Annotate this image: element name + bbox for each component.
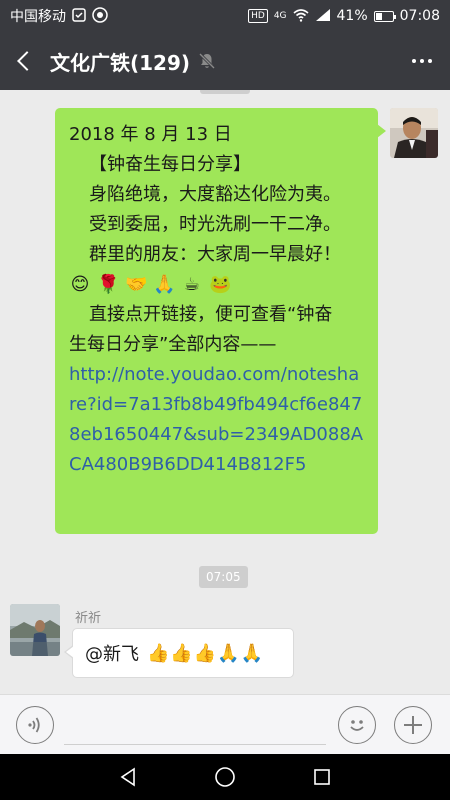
hd-badge: HD xyxy=(248,9,268,23)
thumbs-up-emoji-icon: 👍👍👍🙏🙏 xyxy=(147,642,265,664)
previous-timestamp-pill xyxy=(200,90,250,94)
more-dots-icon xyxy=(412,59,416,63)
status-left: 中国移动 xyxy=(10,6,108,26)
nav-back-button[interactable] xyxy=(108,757,148,797)
voice-icon xyxy=(28,717,40,732)
emoji-button[interactable] xyxy=(338,705,376,744)
handshake-emoji-icon: 🤝 xyxy=(125,274,148,295)
bell-mute-icon xyxy=(198,52,216,70)
received-message-bubble[interactable]: @新飞 👍👍👍🙏🙏 xyxy=(64,628,294,678)
square-recents-icon xyxy=(313,769,330,785)
smile-emoji-icon: 😊 xyxy=(70,274,90,295)
app-notification-icon xyxy=(92,6,108,26)
cell-signal-icon xyxy=(315,8,331,25)
triangle-back-icon xyxy=(120,767,136,787)
message-link[interactable]: http://note.youdao.com/noteshare?id=7a13… xyxy=(69,360,364,480)
chat-messages[interactable]: 2018 年 8 月 13 日 【钟奋生每日分享】 身陷绝境，大度豁达化险为夷。… xyxy=(0,90,450,694)
status-right: HD 4G 41% 07:08 xyxy=(248,8,440,25)
mention-text: @新飞 xyxy=(85,644,139,665)
smiley-icon xyxy=(350,719,364,731)
pray-emoji-icon: 🙏 xyxy=(153,274,176,295)
message-line-4: 直接点开链接，便可查看“钟奋 xyxy=(89,304,333,325)
voice-input-button[interactable] xyxy=(16,705,54,744)
chat-header: 文化广铁(129) xyxy=(0,32,450,90)
battery-percent: 41% xyxy=(336,8,368,24)
message-line-5: 生每日分享”全部内容—— xyxy=(69,334,277,355)
carrier-label: 中国移动 xyxy=(10,9,66,25)
coffee-emoji-icon: ☕ xyxy=(183,274,201,295)
nav-home-button[interactable] xyxy=(205,757,245,797)
chat-title: 文化广铁(129) xyxy=(50,50,191,75)
sim-icon xyxy=(72,7,86,25)
sent-message-bubble[interactable]: 2018 年 8 月 13 日 【钟奋生每日分享】 身陷绝境，大度豁达化险为夷。… xyxy=(55,108,386,534)
input-bar xyxy=(0,694,450,754)
message-line-3: 群里的朋友：大家周一早晨好！ xyxy=(89,244,341,265)
chevron-left-icon xyxy=(17,51,37,71)
emoji-row: 😊 🌹 🤝 🙏 ☕ 🐸 xyxy=(69,270,364,300)
avatar[interactable] xyxy=(10,604,60,656)
battery-icon xyxy=(373,10,396,22)
circle-home-icon xyxy=(215,767,235,787)
signal-4g-label: 4G xyxy=(273,11,287,21)
message-date-line: 2018 年 8 月 13 日 xyxy=(69,124,232,145)
back-button[interactable] xyxy=(0,32,48,90)
status-bar: 中国移动 HD 4G 41% 07:08 xyxy=(0,0,450,32)
frog-emoji-icon: 🐸 xyxy=(209,274,232,295)
sender-name: 祈祈 xyxy=(75,611,102,626)
time-divider: 07:05 xyxy=(199,566,248,588)
nav-recents-button[interactable] xyxy=(302,757,342,797)
clock-time: 07:08 xyxy=(399,8,440,24)
message-line-1: 身陷绝境，大度豁达化险为夷。 xyxy=(89,184,341,205)
message-input[interactable] xyxy=(64,704,326,745)
wifi-icon xyxy=(292,8,309,25)
message-heading: 【钟奋生每日分享】 xyxy=(89,154,251,175)
plus-icon xyxy=(404,715,422,734)
avatar[interactable] xyxy=(390,108,438,158)
more-options-button[interactable] xyxy=(394,32,450,90)
more-functions-button[interactable] xyxy=(394,705,432,744)
message-line-2: 受到委屈，时光洗刷一干二净。 xyxy=(89,214,341,235)
rose-emoji-icon: 🌹 xyxy=(97,274,120,295)
system-nav-bar xyxy=(0,754,450,800)
